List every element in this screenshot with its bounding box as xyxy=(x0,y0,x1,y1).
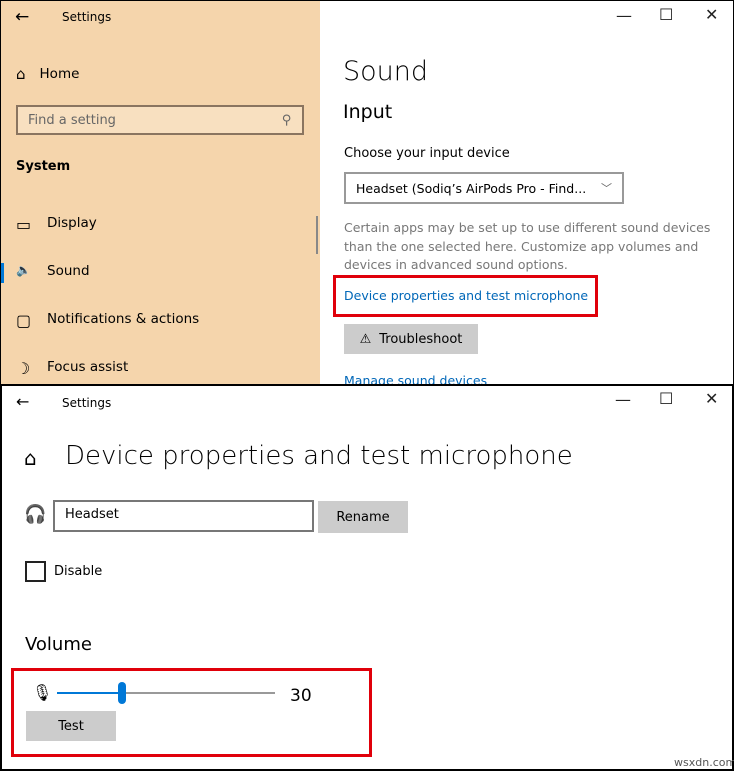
home-label: Home xyxy=(39,66,80,82)
highlight-box xyxy=(11,668,372,757)
search-input[interactable]: Find a setting ⚲ xyxy=(16,105,304,135)
sidebar-item-notifications[interactable]: ▢ Notifications & actions xyxy=(16,311,199,330)
home-icon[interactable]: ⌂ xyxy=(24,446,37,470)
sidebar-item-sound[interactable]: 🔈 Sound xyxy=(16,263,90,279)
selected-indicator xyxy=(1,263,4,283)
highlight-box xyxy=(333,275,598,317)
device-name-value: Headset xyxy=(65,507,119,522)
sidebar-item-focus-assist[interactable]: ☽ Focus assist xyxy=(16,359,128,378)
disable-label: Disable xyxy=(54,564,103,579)
speaker-icon: 🔈 xyxy=(16,263,31,277)
close-button[interactable]: ✕ xyxy=(705,5,718,24)
warning-icon: ⚠ xyxy=(359,331,372,347)
input-device-label: Choose your input device xyxy=(344,146,510,161)
sidebar-item-label: Sound xyxy=(47,263,90,279)
sidebar-home[interactable]: ⌂ Home xyxy=(16,65,79,83)
input-device-dropdown[interactable]: Headset (Sodiq’s AirPods Pro - Find... ﹀ xyxy=(344,172,624,204)
disable-checkbox[interactable] xyxy=(25,561,46,582)
info-text: Certain apps may be set up to use differ… xyxy=(344,220,711,272)
volume-heading: Volume xyxy=(25,634,92,655)
headphones-icon: 🎧 xyxy=(24,504,47,525)
device-properties-window: ← Settings — ☐ ✕ ⌂ Device properties and… xyxy=(0,384,734,771)
sidebar-item-label: Focus assist xyxy=(47,359,129,375)
dropdown-value: Headset (Sodiq’s AirPods Pro - Find... xyxy=(356,180,587,196)
rename-label: Rename xyxy=(336,509,390,525)
sidebar-item-display[interactable]: ▭ Display xyxy=(16,215,97,234)
watermark: wsxdn.com xyxy=(674,756,734,769)
section-heading: System xyxy=(16,159,71,174)
device-name-input[interactable]: Headset xyxy=(53,500,314,532)
window-title: Settings xyxy=(62,396,112,410)
section-heading: Input xyxy=(343,101,393,123)
troubleshoot-button[interactable]: ⚠ Troubleshoot xyxy=(344,324,478,354)
search-icon: ⚲ xyxy=(282,112,292,128)
maximize-button[interactable]: ☐ xyxy=(659,5,673,24)
notification-icon: ▢ xyxy=(16,311,32,330)
sidebar-item-label: Notifications & actions xyxy=(47,311,200,327)
home-icon: ⌂ xyxy=(16,65,26,83)
sidebar-item-label: Display xyxy=(47,215,97,231)
back-icon[interactable]: ← xyxy=(16,392,29,411)
close-button[interactable]: ✕ xyxy=(705,389,718,408)
sidebar: ← Settings ⌂ Home Find a setting ⚲ Syste… xyxy=(1,1,320,385)
minimize-button[interactable]: — xyxy=(615,390,631,409)
chevron-down-icon: ﹀ xyxy=(601,182,612,195)
page-title: Sound xyxy=(343,56,429,87)
search-placeholder: Find a setting xyxy=(28,112,116,128)
troubleshoot-label: Troubleshoot xyxy=(379,331,463,347)
monitor-icon: ▭ xyxy=(16,215,32,234)
minimize-button[interactable]: — xyxy=(616,6,632,25)
rename-button[interactable]: Rename xyxy=(318,501,408,533)
back-icon[interactable]: ← xyxy=(15,7,29,27)
sound-settings-window: ← Settings ⌂ Home Find a setting ⚲ Syste… xyxy=(0,0,734,385)
moon-icon: ☽ xyxy=(16,359,31,378)
scrollbar[interactable] xyxy=(316,216,318,254)
page-title: Device properties and test microphone xyxy=(65,441,573,471)
window-title: Settings xyxy=(62,10,112,24)
maximize-button[interactable]: ☐ xyxy=(659,389,673,408)
